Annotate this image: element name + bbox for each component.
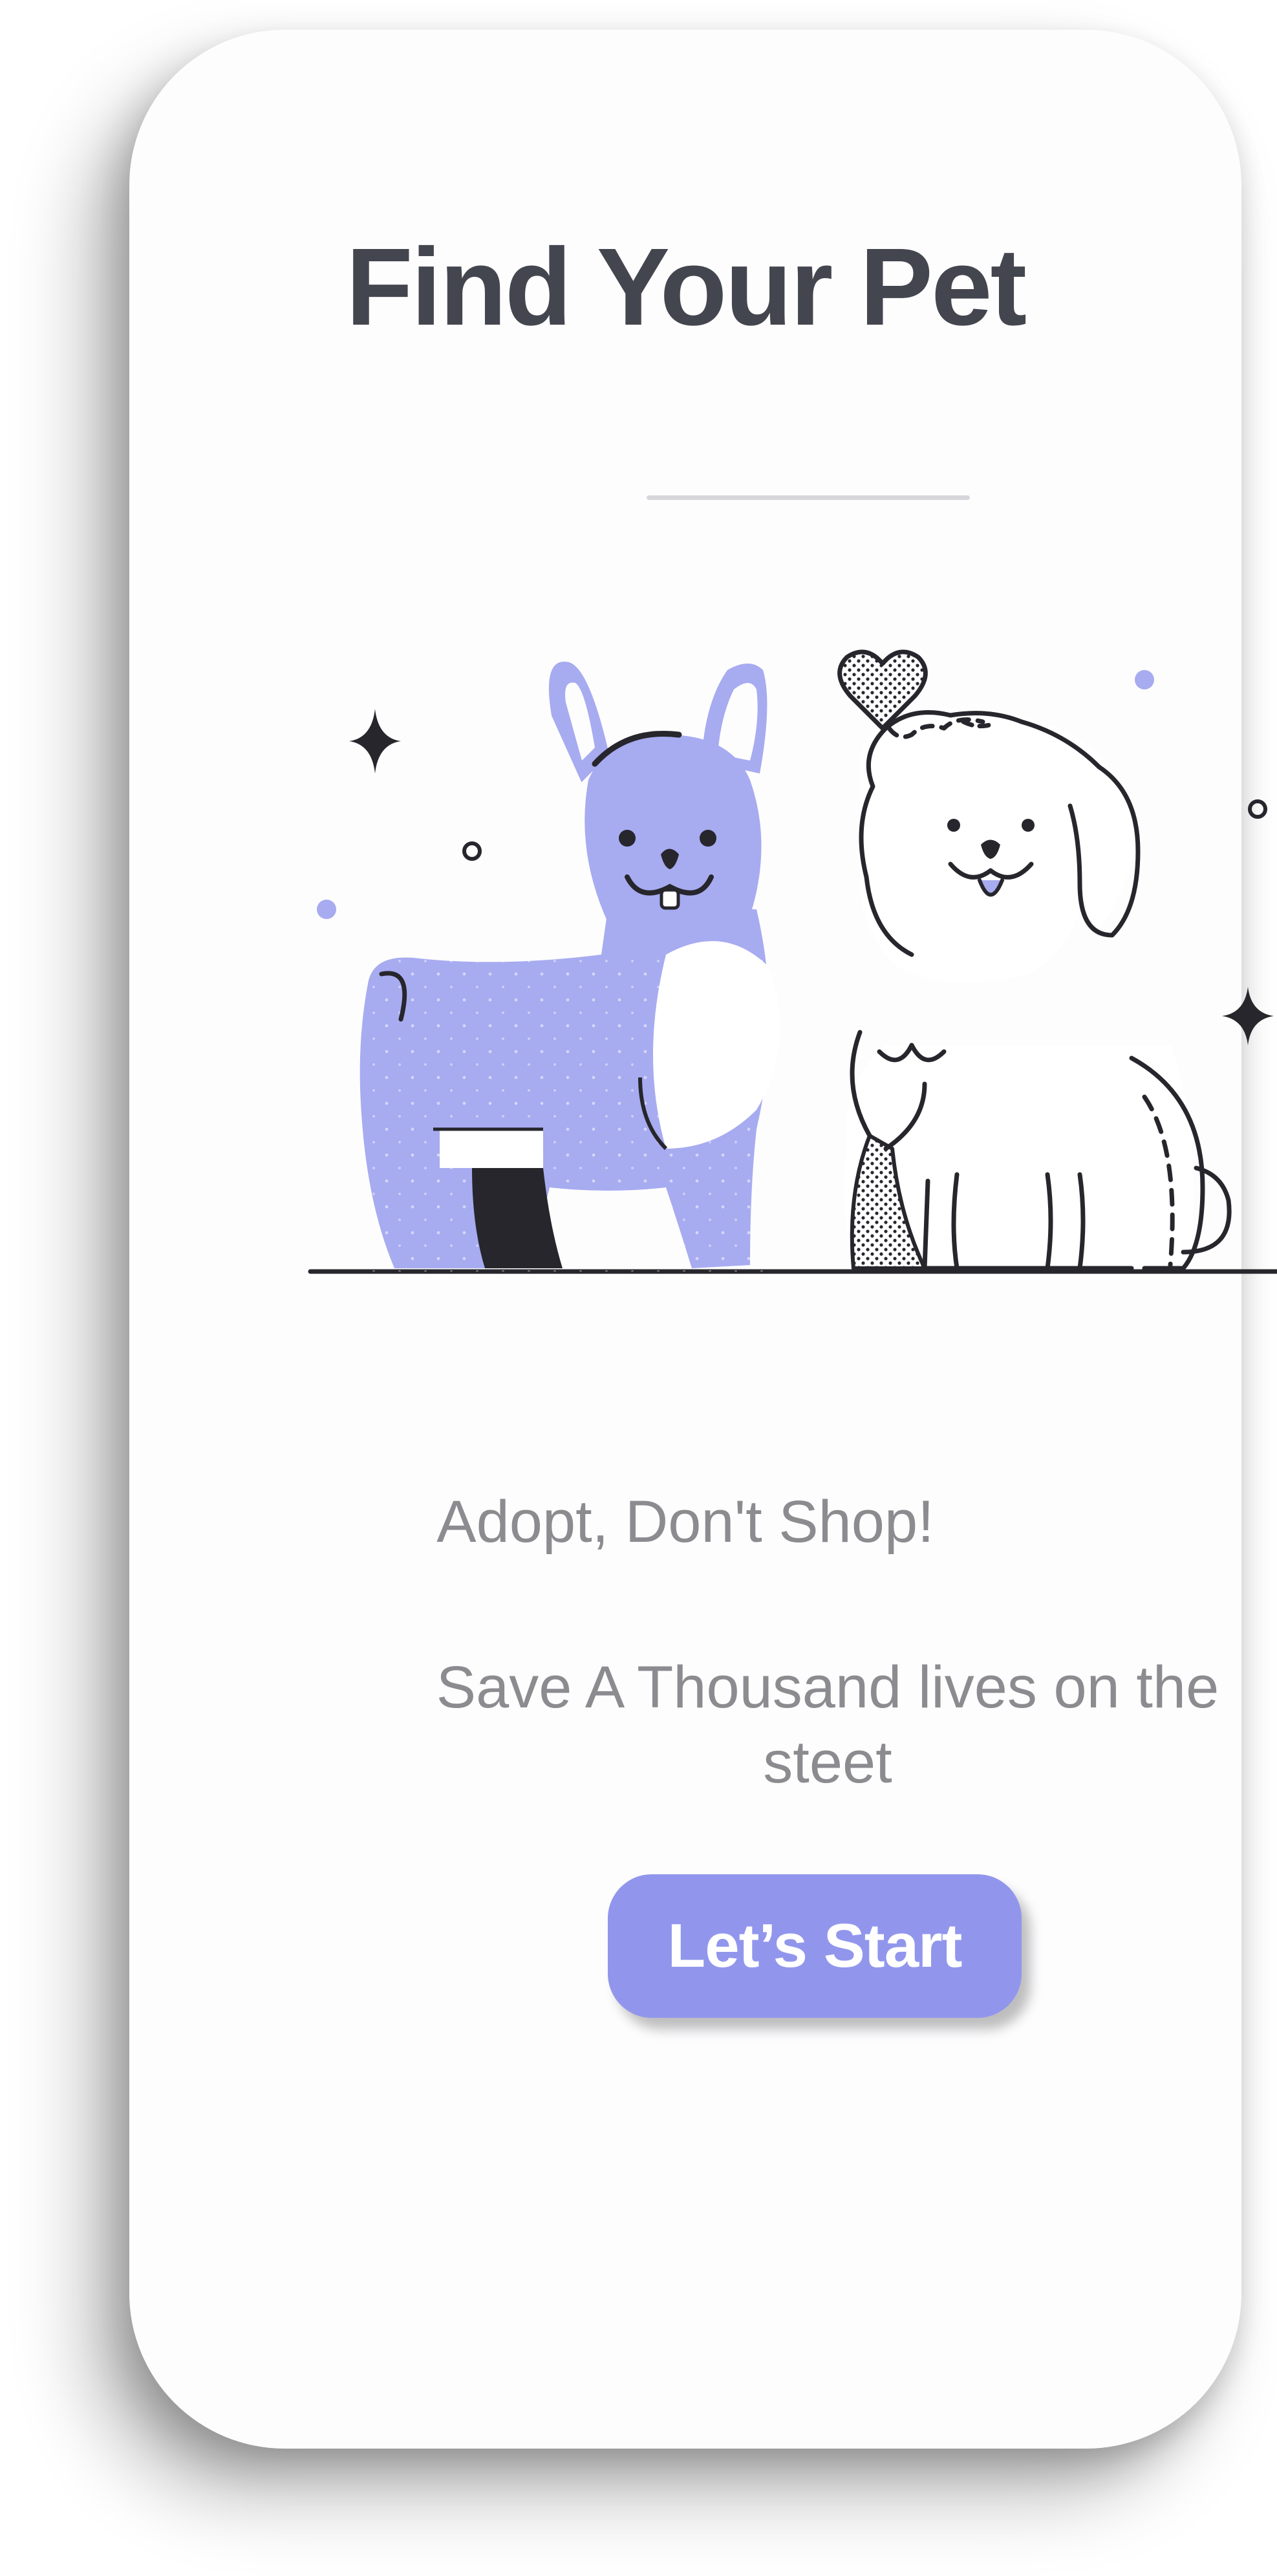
subtext: Save A Thousand lives on the steet (436, 1654, 1219, 1795)
sparkle-icon (349, 709, 401, 774)
puppy-right-icon (844, 709, 1232, 1271)
dog-left-icon (359, 662, 782, 1272)
sparkle-icon (1222, 987, 1274, 1045)
circle-dot-icon (317, 900, 336, 919)
page-title: Find Your Pet (345, 226, 1027, 349)
circle-dot-icon (1248, 799, 1267, 819)
title-divider (647, 495, 970, 500)
circle-dot-icon (462, 841, 482, 861)
phone-screen: Find Your Pet Adopt, Don't Shop! Save A … (129, 30, 1277, 2449)
lets-start-button[interactable]: Let’s Start (608, 1874, 1022, 2018)
pets-illustration (308, 649, 1277, 1274)
circle-dot-icon (1135, 670, 1154, 689)
stage: Find Your Pet Adopt, Don't Shop! Save A … (0, 0, 1277, 2576)
tagline: Adopt, Don't Shop! (436, 1489, 934, 1555)
